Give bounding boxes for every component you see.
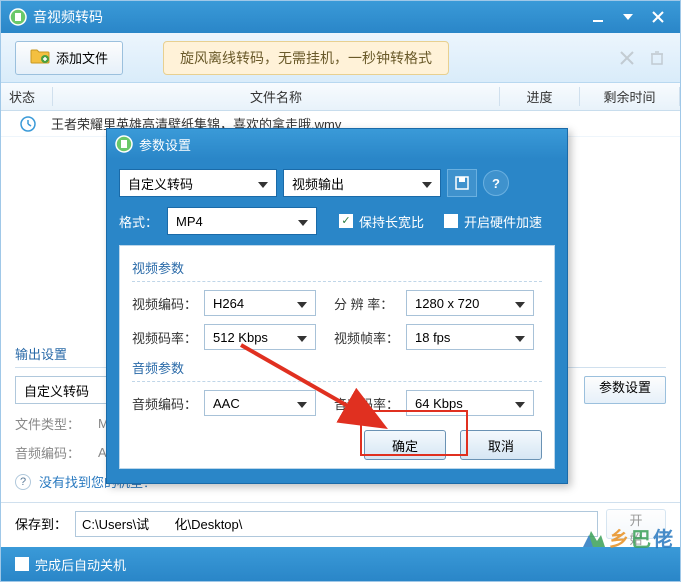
filetype-label: 文件类型： [15, 414, 90, 433]
format-label: 格式： [119, 212, 161, 231]
keep-ratio-label: 保持长宽比 [359, 212, 424, 231]
chevron-down-icon [298, 214, 308, 229]
col-status: 状态 [1, 87, 53, 106]
toolbar: 添加文件 旋风离线转码，无需挂机，一秒钟转格式 [1, 33, 680, 83]
col-name: 文件名称 [53, 87, 500, 106]
help-button[interactable]: ? [483, 170, 509, 196]
chevron-down-icon [297, 396, 307, 411]
chevron-down-icon [515, 330, 525, 345]
dialog-title-bar: 参数设置 [107, 129, 567, 159]
shutdown-label: 完成后自动关机 [35, 555, 126, 574]
video-bitrate-label: 视频码率： [132, 328, 204, 347]
add-file-button[interactable]: 添加文件 [15, 41, 123, 75]
save-preset-button[interactable] [447, 169, 477, 197]
chevron-down-icon [422, 176, 432, 191]
audio-bitrate-select[interactable]: 64 Kbps [406, 390, 534, 416]
video-fps-label: 视频帧率： [334, 328, 406, 347]
keep-ratio-checkbox[interactable] [339, 214, 353, 228]
chevron-down-icon [297, 296, 307, 311]
minimize-button[interactable] [584, 6, 612, 28]
col-progress: 进度 [500, 87, 580, 106]
video-codec-select[interactable]: H264 [204, 290, 316, 316]
folder-plus-icon [30, 48, 50, 67]
audio-codec-select[interactable]: AAC [204, 390, 316, 416]
col-remain: 剩余时间 [580, 87, 680, 106]
resolution-label: 分 辨 率： [334, 294, 406, 313]
video-group-title: 视频参数 [132, 258, 542, 282]
save-row: 保存到： 打开目录 开始 [1, 502, 680, 544]
shutdown-checkbox[interactable] [15, 557, 29, 571]
video-fps-select[interactable]: 18 fps [406, 324, 534, 350]
trash-icon[interactable] [648, 49, 666, 67]
tagline: 旋风离线转码，无需挂机，一秒钟转格式 [163, 41, 449, 75]
menu-button[interactable] [614, 6, 642, 28]
format-select[interactable]: MP4 [167, 207, 317, 235]
app-icon [9, 8, 27, 26]
audio-codec-label: 音频编码： [132, 394, 204, 413]
audio-codec-out-label: 音频编码： [15, 443, 90, 462]
toolbar-icons [618, 49, 666, 67]
close-button[interactable] [644, 6, 672, 28]
audio-bitrate-label: 音频码率： [334, 394, 406, 413]
dialog-title: 参数设置 [139, 135, 191, 154]
hw-accel-checkbox[interactable] [444, 214, 458, 228]
hw-accel-label: 开启硬件加速 [464, 212, 542, 231]
file-list-header: 状态 文件名称 进度 剩余时间 [1, 83, 680, 111]
save-path-input[interactable] [75, 511, 598, 537]
chevron-down-icon [515, 396, 525, 411]
close-icon[interactable] [618, 49, 636, 67]
window-title: 音视频转码 [33, 7, 582, 27]
output-type-select[interactable]: 视频输出 [283, 169, 441, 197]
chevron-down-icon [515, 296, 525, 311]
title-bar: 音视频转码 [1, 1, 680, 33]
params-dialog: 参数设置 自定义转码 视频输出 ? 格式： MP4 [106, 128, 568, 484]
save-label: 保存到： [15, 514, 67, 533]
video-codec-label: 视频编码： [132, 294, 204, 313]
params-settings-button[interactable]: 参数设置 [584, 376, 666, 404]
audio-group-title: 音频参数 [132, 358, 542, 382]
cancel-button[interactable]: 取消 [460, 430, 542, 460]
watermark: 乡 巴 佬 [581, 523, 673, 552]
dialog-icon [115, 135, 133, 153]
chevron-down-icon [258, 176, 268, 191]
params-group: 视频参数 视频编码： H264 分 辨 率： 1280 x 720 视频码率： [119, 245, 555, 469]
preset-select[interactable]: 自定义转码 [119, 169, 277, 197]
add-file-label: 添加文件 [56, 48, 108, 67]
video-bitrate-select[interactable]: 512 Kbps [204, 324, 316, 350]
resolution-select[interactable]: 1280 x 720 [406, 290, 534, 316]
ok-button[interactable]: 确定 [364, 430, 446, 460]
bottom-bar: 完成后自动关机 [1, 547, 680, 581]
chevron-down-icon [297, 330, 307, 345]
clock-icon [19, 115, 37, 133]
help-icon: ? [15, 474, 31, 490]
